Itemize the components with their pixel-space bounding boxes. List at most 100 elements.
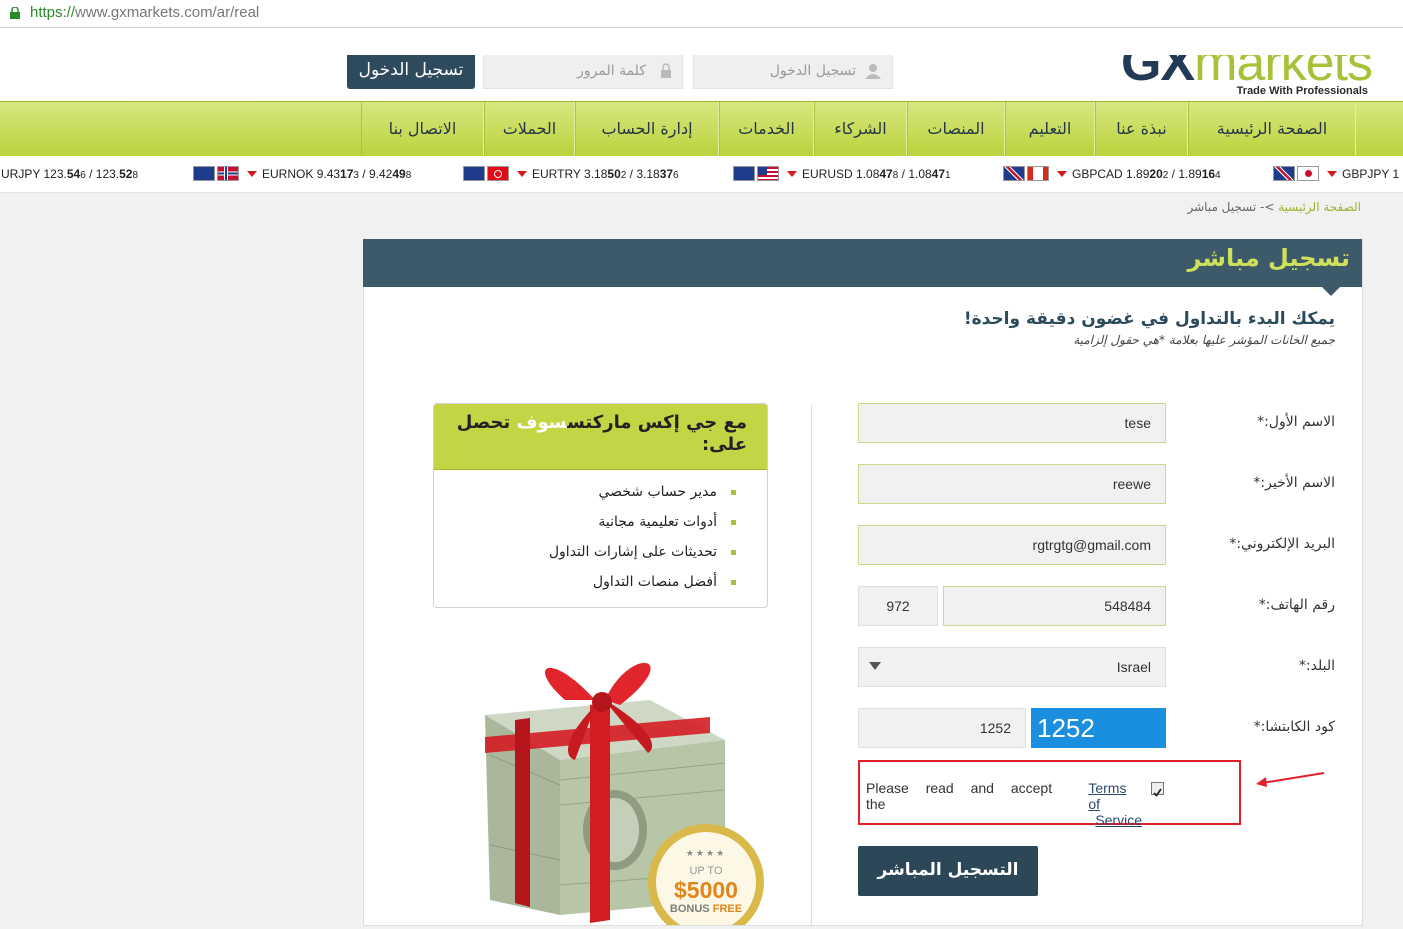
- down-arrow-icon: [517, 171, 527, 178]
- benefits-title-brand: إكس ماركتس: [567, 412, 680, 433]
- captcha-input[interactable]: 1252: [858, 708, 1026, 748]
- flag-us-icon: [757, 166, 779, 181]
- ticker-pair: EURNOK: [262, 167, 314, 181]
- nav-item-account-management[interactable]: إدارة الحساب: [575, 102, 719, 156]
- down-arrow-icon: [787, 171, 797, 178]
- down-arrow-icon: [1057, 171, 1067, 178]
- ticker-bid-big: 50: [607, 167, 621, 181]
- terms-text: Please read and accept the Terms of Servi…: [866, 780, 1142, 828]
- submit-registration-button[interactable]: التسجيل المباشر: [858, 846, 1038, 896]
- bullet-icon: [731, 490, 736, 495]
- country-select-value: Israel: [1116, 659, 1151, 675]
- badge-bonus-free: BONUS FREE: [656, 903, 756, 915]
- down-arrow-icon: [1327, 171, 1337, 178]
- benefits-title-part2: سوف: [516, 412, 568, 433]
- nav-item-contact[interactable]: الاتصال بنا: [361, 102, 484, 156]
- breadcrumb: الصفحة الرئيسية >- تسجيل مباشر: [1100, 200, 1361, 214]
- ticker-pair: EURUSD: [802, 167, 853, 181]
- ticker-ask-main: 1.89: [1178, 167, 1202, 181]
- ticker-ask-small: 4: [1215, 170, 1221, 181]
- currency-ticker: GBPJPY 1 GBPCAD 1.89202 / 1.89164 EURUSD…: [0, 156, 1403, 193]
- flag-ca-icon: [1027, 166, 1049, 181]
- nav-item-campaigns[interactable]: الحملات: [484, 102, 575, 156]
- gxmarkets-logo[interactable]: GXmarkets Trade With Professionals: [1066, 55, 1376, 101]
- ticker-ask-big: 47: [931, 167, 946, 181]
- red-arrow-annotation: [1256, 772, 1325, 787]
- card-header: تسجيل مباشر: [363, 239, 1362, 287]
- benefits-title: مع جي إكس ماركتسسوف تحصل على:: [447, 412, 747, 456]
- nav-item-about[interactable]: نبذة عنا: [1095, 102, 1188, 156]
- nav-item-partners[interactable]: الشركاء: [814, 102, 907, 156]
- ticker-ask-big: 37: [659, 167, 674, 181]
- flag-eu-icon: [733, 166, 755, 181]
- benefits-header: مع جي إكس ماركتسسوف تحصل على:: [434, 404, 767, 470]
- intro-heading: يمكك البدء بالتداول في غضون دقيقة واحدة!: [963, 309, 1335, 329]
- first-name-input[interactable]: tese: [858, 403, 1166, 443]
- header-login-button[interactable]: تسجيل الدخول: [347, 55, 475, 89]
- benefits-title-part1: مع جي: [679, 412, 747, 433]
- flag-tr-icon: [487, 166, 509, 181]
- badge-amount: $5000: [674, 877, 738, 903]
- country-select[interactable]: Israel: [858, 647, 1166, 687]
- flag-gb-icon: [1003, 166, 1025, 181]
- ticker-bid-main: 1.08: [856, 167, 880, 181]
- terms-checkbox[interactable]: [1151, 782, 1164, 797]
- header-username-placeholder: تسجيل الدخول: [769, 63, 856, 79]
- terms-text-line: Please read and accept the: [866, 780, 1053, 812]
- captcha-image: 1252: [1031, 708, 1166, 748]
- browser-address-bar[interactable]: https://www.gxmarkets.com/ar/real: [0, 0, 1403, 28]
- main-nav: الصفحة الرئيسية نبذة عنا التعليم المنصات…: [0, 101, 1403, 157]
- nav-item-home[interactable]: الصفحة الرئيسية: [1188, 102, 1356, 156]
- ticker-sep: /: [898, 167, 909, 181]
- url-text[interactable]: https://www.gxmarkets.com/ar/real: [30, 4, 259, 21]
- intro-subtext: جميع الخانات المؤشر عليها بعلامة *هي حقو…: [1073, 333, 1335, 347]
- ticker-eurusd[interactable]: EURUSD 1.08478 / 1.08471: [787, 167, 951, 181]
- user-icon: [865, 64, 881, 79]
- ticker-ask-main: 123.: [95, 167, 120, 181]
- ticker-ask-main: 1.08: [908, 167, 932, 181]
- ticker-bid-big: 47: [879, 167, 893, 181]
- nav-item-education[interactable]: التعليم: [1005, 102, 1095, 156]
- terms-of-service-link[interactable]: Terms of: [1088, 780, 1142, 812]
- ticker-eurjpy[interactable]: URJPY 123.546 / 123.528: [1, 167, 138, 181]
- ticker-bid-big: 20: [1149, 167, 1163, 181]
- benefits-box: مع جي إكس ماركتسسوف تحصل على: مدير حساب …: [433, 403, 768, 608]
- ticker-ask-main: 3.18: [636, 167, 660, 181]
- flag-gb-icon: [1273, 166, 1295, 181]
- intro: يمكك البدء بالتداول في غضون دقيقة واحدة!…: [964, 309, 1335, 347]
- ticker-pair: GBPJPY: [1342, 167, 1390, 181]
- country-label: البلد:*: [1298, 658, 1335, 674]
- header-username-input[interactable]: تسجيل الدخول: [693, 55, 893, 89]
- benefit-item: مدير حساب شخصي: [598, 484, 717, 500]
- ticker-eurtry[interactable]: EURTRY 3.18502 / 3.18376: [517, 167, 679, 181]
- breadcrumb-current: تسجيل مباشر: [1187, 200, 1257, 214]
- nav-item-services[interactable]: الخدمات: [719, 102, 814, 156]
- ticker-gbpcad[interactable]: GBPCAD 1.89202 / 1.89164: [1057, 167, 1221, 181]
- breadcrumb-home-link[interactable]: الصفحة الرئيسية: [1278, 200, 1361, 214]
- ticker-gbpjpy[interactable]: GBPJPY 1: [1327, 167, 1399, 181]
- ticker-ask-small: 6: [673, 170, 679, 181]
- email-input[interactable]: rgtrgtg@gmail.com: [858, 525, 1166, 565]
- ticker-ask-small: 1: [945, 170, 951, 181]
- phone-input[interactable]: 548484: [943, 586, 1166, 626]
- header-password-placeholder: كلمة المرور: [577, 63, 646, 79]
- phone-code-input[interactable]: 972: [858, 586, 938, 626]
- nav-item-platforms[interactable]: المنصات: [907, 102, 1005, 156]
- ticker-ask-small: 8: [132, 170, 139, 181]
- logo-tagline: Trade With Professionals: [1236, 85, 1368, 97]
- ticker-bid-big: 17: [340, 167, 354, 181]
- checkmark-icon: [1153, 788, 1162, 797]
- last-name-input[interactable]: reewe: [858, 464, 1166, 504]
- benefit-item: أدوات تعليمية مجانية: [598, 514, 717, 530]
- ticker-bid-big: 54: [66, 167, 81, 181]
- ticker-sep: /: [626, 167, 637, 181]
- ticker-value: 1: [1392, 167, 1400, 181]
- last-name-label: الاسم الأخير:*: [1253, 475, 1335, 491]
- terms-of-service-link-continued[interactable]: Service: [1095, 812, 1142, 828]
- lock-icon: [10, 7, 20, 19]
- badge-upto: UP TO: [689, 865, 723, 877]
- flag-jp-icon: [1297, 166, 1319, 181]
- ticker-eurnok[interactable]: EURNOK 9.43173 / 9.42498: [247, 167, 411, 181]
- header-password-input[interactable]: كلمة المرور: [483, 55, 683, 89]
- ticker-sep: /: [358, 167, 369, 181]
